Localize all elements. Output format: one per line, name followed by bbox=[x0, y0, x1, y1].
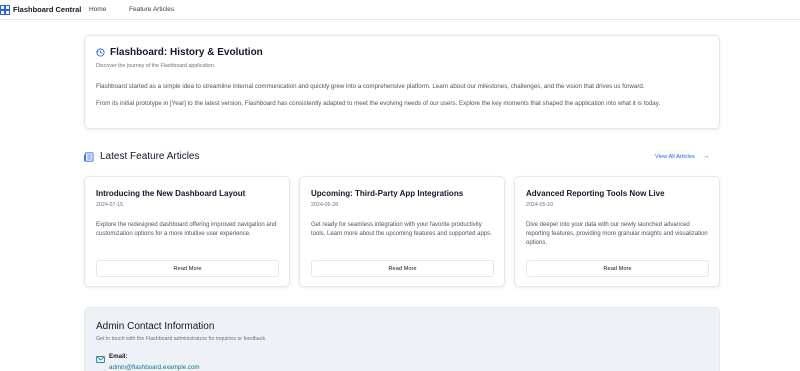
nav-link-home[interactable]: Home bbox=[89, 6, 106, 13]
article-description: Dive deeper into your data with our newl… bbox=[526, 222, 708, 246]
email-label: Email: bbox=[109, 353, 128, 360]
read-more-button[interactable]: Read More bbox=[311, 260, 494, 277]
history-paragraph: From its initial prototype in [Year] to … bbox=[96, 100, 661, 107]
read-more-button[interactable]: Read More bbox=[526, 260, 709, 277]
brand[interactable]: Flashboard Central bbox=[0, 4, 82, 15]
view-all-articles-link[interactable]: View All Articles → bbox=[655, 153, 710, 160]
article-date: 2024-05-10 bbox=[526, 202, 554, 208]
article-title: Advanced Reporting Tools Now Live bbox=[526, 189, 665, 198]
article-card: Introducing the New Dashboard Layout 202… bbox=[84, 176, 290, 287]
article-card: Advanced Reporting Tools Now Live 2024-0… bbox=[514, 176, 720, 287]
article-date: 2024-06-28 bbox=[311, 202, 339, 208]
admin-contact-title: Admin Contact Information bbox=[96, 321, 215, 332]
history-subtitle: Discover the journey of the Flashboard a… bbox=[96, 63, 216, 69]
history-card: Flashboard: History & Evolution Discover… bbox=[84, 35, 720, 129]
article-description: Explore the redesigned dashboard offerin… bbox=[96, 222, 277, 237]
article-title: Upcoming: Third-Party App Integrations bbox=[311, 189, 464, 198]
arrow-right-icon: → bbox=[702, 153, 710, 160]
history-title: Flashboard: History & Evolution bbox=[110, 47, 263, 58]
top-navbar: Flashboard Central Home Feature Articles bbox=[0, 0, 800, 20]
nav-link-feature-articles[interactable]: Feature Articles bbox=[129, 6, 174, 13]
brand-name: Flashboard Central bbox=[13, 5, 82, 14]
article-date: 2024-07-15 bbox=[96, 202, 124, 208]
latest-articles-title: Latest Feature Articles bbox=[100, 151, 200, 162]
admin-contact-subtitle: Get in touch with the Flashboard adminis… bbox=[96, 336, 267, 342]
admin-contact-card: Admin Contact Information Get in touch w… bbox=[84, 307, 720, 371]
latest-articles-heading: Latest Feature Articles bbox=[84, 151, 200, 162]
article-title: Introducing the New Dashboard Layout bbox=[96, 189, 246, 198]
mail-icon bbox=[96, 356, 105, 363]
email-link[interactable]: admin@flashboard.example.com bbox=[109, 364, 200, 371]
dashboard-icon bbox=[0, 4, 10, 15]
view-all-label: View All Articles bbox=[655, 153, 695, 160]
history-paragraph: Flashboard started as a simple idea to s… bbox=[96, 83, 645, 90]
history-icon bbox=[96, 48, 105, 57]
email-row: Email: admin@flashboard.example.com bbox=[96, 353, 200, 371]
history-heading: Flashboard: History & Evolution bbox=[96, 47, 263, 58]
newspaper-icon bbox=[84, 151, 94, 162]
article-description: Get ready for seamless integration with … bbox=[311, 222, 492, 237]
read-more-button[interactable]: Read More bbox=[96, 260, 279, 277]
article-card: Upcoming: Third-Party App Integrations 2… bbox=[299, 176, 505, 287]
